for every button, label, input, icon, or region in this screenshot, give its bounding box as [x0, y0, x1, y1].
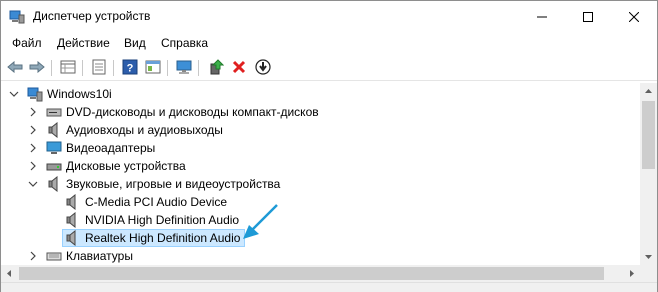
- forward-icon: [29, 61, 45, 73]
- window-title: Диспетчер устройств: [33, 9, 151, 23]
- tree-item-label: Дисковые устройства: [66, 159, 186, 173]
- tree-item-label: DVD-дисководы и дисководы компакт-дисков: [66, 105, 319, 119]
- view-button[interactable]: [143, 57, 163, 77]
- device-list-icon: [92, 59, 106, 75]
- monitor-icon: [176, 60, 192, 74]
- uninstall-icon: [232, 60, 246, 74]
- toolbar-separator: [82, 60, 83, 76]
- menu-file[interactable]: Файл: [10, 36, 44, 50]
- view-icon: [145, 60, 161, 74]
- svg-text:?: ?: [127, 63, 134, 75]
- speaker-icon: [64, 194, 80, 210]
- tree-child-label: C-Media PCI Audio Device: [85, 195, 228, 209]
- tree-child-label: NVIDIA High Definition Audio: [85, 213, 240, 227]
- scroll-down-icon: [645, 255, 652, 259]
- tree-item-dvd[interactable]: DVD-дисководы и дисководы компакт-дисков: [1, 103, 601, 121]
- display-adapter-icon: [46, 140, 62, 156]
- dvd-icon: [46, 104, 62, 120]
- minimize-button[interactable]: [519, 1, 565, 32]
- back-icon: [7, 61, 23, 73]
- tree-root-label: Windows10i: [47, 87, 112, 101]
- tree-child-cmedia[interactable]: C-Media PCI Audio Device: [1, 193, 601, 211]
- collapse-chevron-icon[interactable]: [9, 89, 19, 99]
- toolbar: ?: [1, 54, 657, 81]
- tree-item-label: Аудиовходы и аудиовыходы: [66, 123, 223, 137]
- menu-help[interactable]: Справка: [159, 36, 210, 50]
- expand-chevron-icon[interactable]: [28, 161, 38, 171]
- menu-action[interactable]: Действие: [55, 36, 112, 50]
- update-driver-icon: [210, 59, 224, 75]
- help-icon: ?: [122, 59, 138, 75]
- tree-child-label: Realtek High Definition Audio: [85, 231, 241, 245]
- tree-item-label: Видеоадаптеры: [66, 141, 156, 155]
- horizontal-scrollbar[interactable]: [1, 265, 640, 282]
- keyboard-icon: [46, 248, 62, 264]
- uninstall-device-button[interactable]: [229, 57, 249, 77]
- scroll-up-icon: [645, 89, 652, 93]
- tree-child-realtek[interactable]: Realtek High Definition Audio: [1, 229, 601, 247]
- scroll-right-icon: [630, 270, 634, 277]
- speaker-icon: [46, 122, 62, 138]
- vertical-scroll-thumb[interactable]: [642, 101, 655, 169]
- toolbar-separator: [51, 60, 52, 76]
- annotation-arrow-icon: [243, 204, 278, 239]
- menu-view[interactable]: Вид: [122, 36, 148, 50]
- tree-item-audio-io[interactable]: Аудиовходы и аудиовыходы: [1, 121, 601, 139]
- toolbar-separator: [198, 60, 199, 76]
- tree-item-keyboards[interactable]: Клавиатуры: [1, 247, 601, 265]
- disable-device-button[interactable]: [253, 57, 273, 77]
- title-bar: Диспетчер устройств: [1, 1, 657, 32]
- back-button[interactable]: [5, 57, 25, 77]
- horizontal-scroll-thumb[interactable]: [19, 267, 604, 280]
- maximize-button[interactable]: [565, 1, 611, 32]
- status-bar: [1, 282, 657, 292]
- help-button[interactable]: ?: [120, 57, 140, 77]
- scan-hardware-button[interactable]: [174, 57, 194, 77]
- speaker-icon: [64, 230, 80, 246]
- disk-drive-icon: [46, 158, 62, 174]
- properties-grid-icon: [60, 60, 76, 74]
- device-manager-app-icon: [9, 9, 25, 24]
- tree-item-video-adapters[interactable]: Видеоадаптеры: [1, 139, 601, 157]
- scrollbar-corner: [640, 265, 657, 282]
- update-driver-button[interactable]: [206, 57, 226, 77]
- expand-chevron-icon[interactable]: [28, 143, 38, 153]
- expand-chevron-icon[interactable]: [28, 107, 38, 117]
- toolbar-separator: [167, 60, 168, 76]
- toolbar-separator: [113, 60, 114, 76]
- expand-chevron-icon[interactable]: [28, 125, 38, 135]
- disable-icon: [255, 59, 271, 75]
- close-button[interactable]: [611, 1, 657, 32]
- tree-item-label: Клавиатуры: [66, 249, 133, 263]
- tree-item-sound-devices[interactable]: Звуковые, игровые и видеоустройства: [1, 175, 601, 193]
- tree-item-label: Звуковые, игровые и видеоустройства: [66, 177, 281, 191]
- computer-icon: [27, 86, 43, 102]
- scroll-left-icon: [7, 270, 11, 277]
- collapse-chevron-icon[interactable]: [28, 179, 38, 189]
- tree-child-nvidia[interactable]: NVIDIA High Definition Audio: [1, 211, 601, 229]
- expand-chevron-icon[interactable]: [28, 251, 38, 261]
- menu-bar: Файл Действие Вид Справка: [1, 32, 657, 54]
- tree-item-disk-drives[interactable]: Дисковые устройства: [1, 157, 601, 175]
- speaker-icon: [46, 176, 62, 192]
- speaker-icon: [64, 212, 80, 228]
- properties-grid-button[interactable]: [58, 57, 78, 77]
- device-list-button[interactable]: [89, 57, 109, 77]
- forward-button[interactable]: [27, 57, 47, 77]
- vertical-scrollbar[interactable]: [640, 83, 657, 265]
- device-tree: Windows10i DVD-дисководы и дисководы ком…: [1, 83, 641, 265]
- device-manager-window: Диспетчер устройств Файл Действие Вид Сп…: [0, 0, 658, 292]
- tree-root[interactable]: Windows10i: [1, 85, 601, 103]
